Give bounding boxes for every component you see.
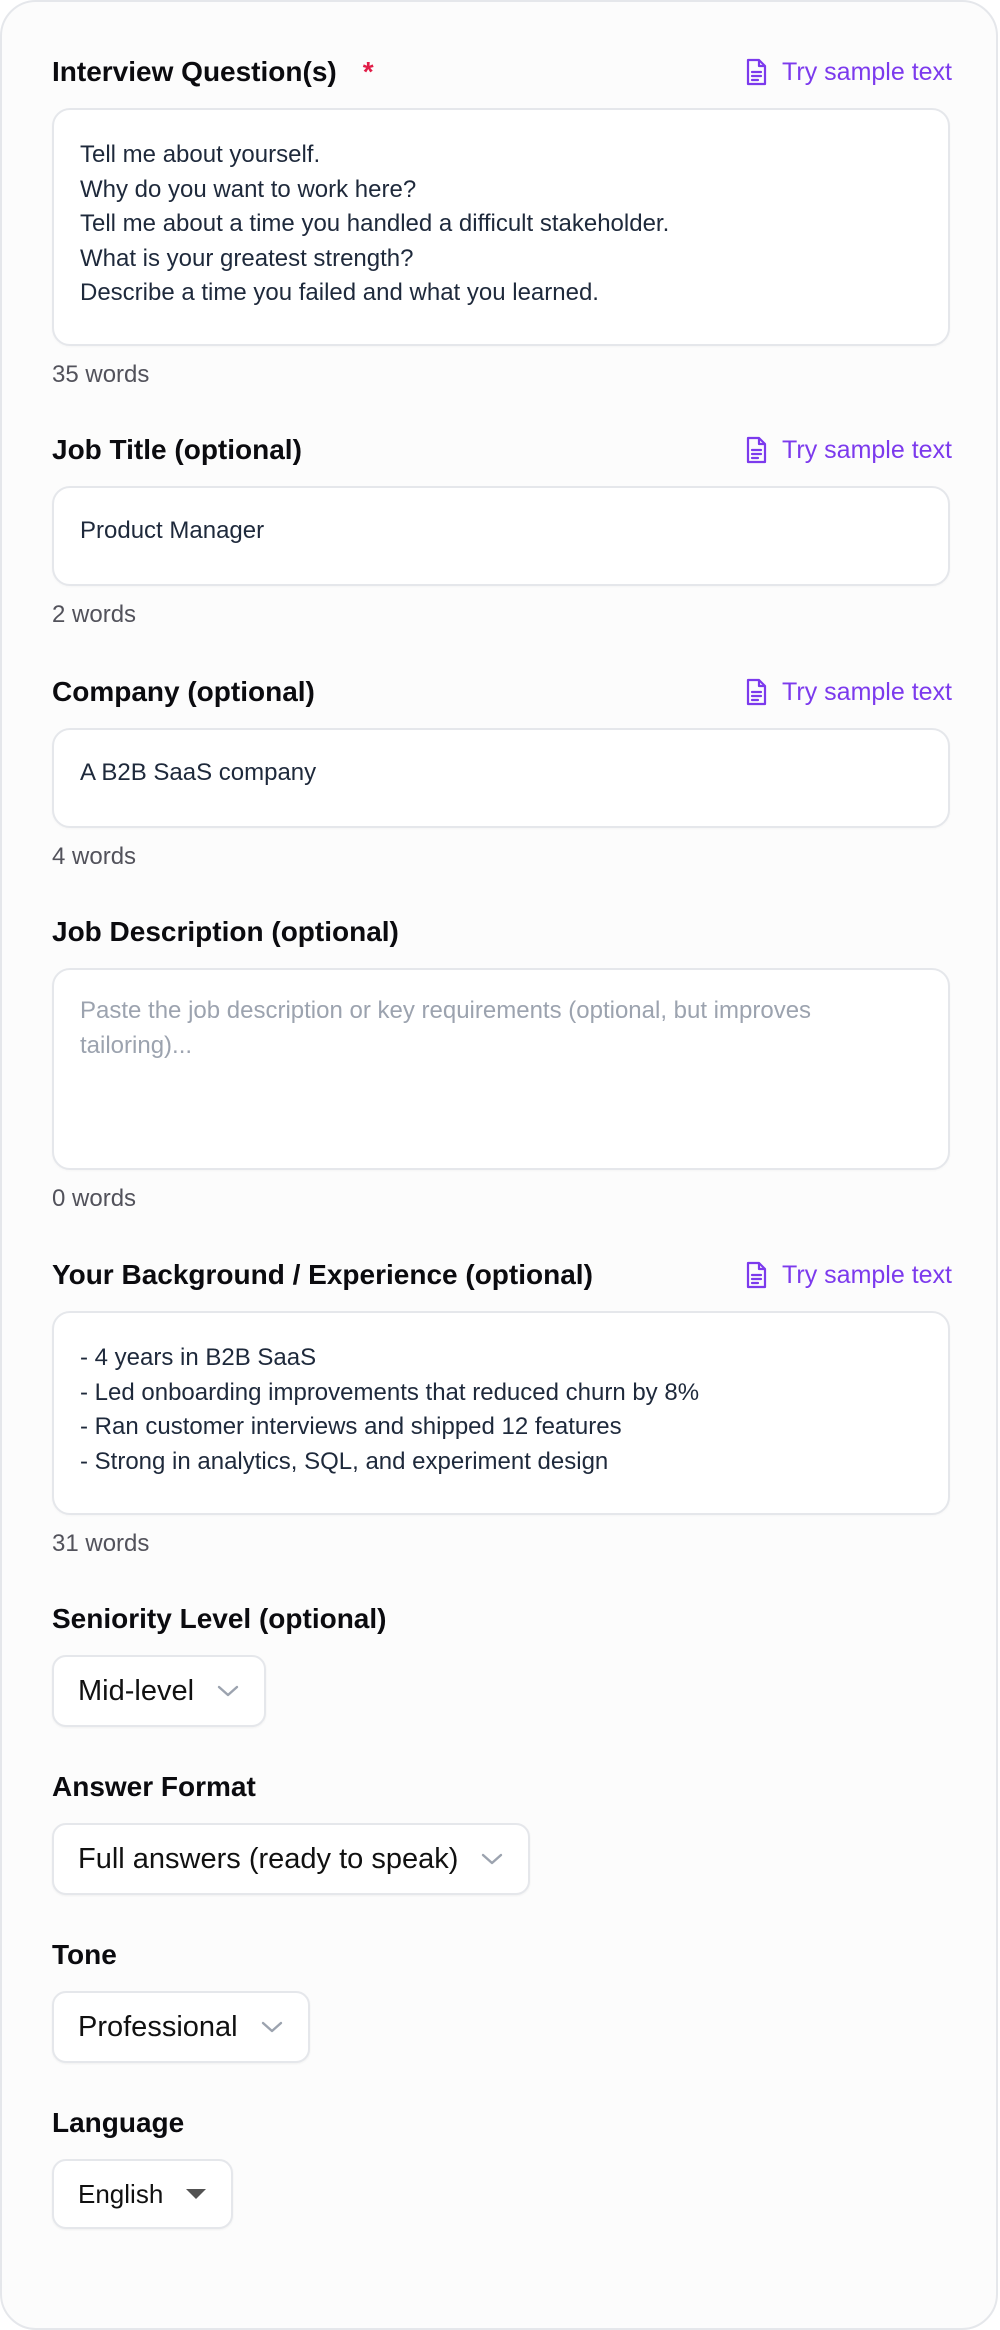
company-label: Company (optional)	[52, 676, 315, 707]
background-word-count: 31 words	[52, 1530, 150, 1557]
tone-label: Tone	[52, 1939, 117, 1970]
caret-down-icon	[186, 2189, 207, 2199]
questions-label: Interview Question(s) *	[52, 56, 374, 87]
chevron-down-icon	[261, 2021, 282, 2033]
chevron-down-icon	[482, 1853, 503, 1865]
seniority-label: Seniority Level (optional)	[52, 1603, 387, 1634]
job-description-label: Job Description (optional)	[52, 916, 399, 947]
job-title-word-count: 2 words	[52, 601, 137, 628]
required-mark: *	[362, 56, 374, 87]
seniority-field: Seniority Level (optional) Mid-level	[52, 1599, 952, 1727]
answer-format-label: Answer Format	[52, 1771, 256, 1802]
chevron-down-icon	[217, 1685, 239, 1697]
company-input[interactable]: A B2B SaaS company	[52, 728, 950, 828]
background-field: Your Background / Experience (optional) …	[52, 1255, 952, 1561]
tone-select[interactable]: Professional	[52, 1991, 310, 2063]
job-title-label: Job Title (optional)	[52, 434, 302, 465]
questions-textarea[interactable]: Tell me about yourself. Why do you want …	[52, 108, 950, 346]
language-field: Language English	[52, 2103, 952, 2229]
document-icon	[746, 678, 767, 706]
tone-field: Tone Professional	[52, 1935, 952, 2063]
form-card: Interview Question(s) * Try sample text T…	[0, 0, 998, 2330]
company-word-count: 4 words	[52, 843, 137, 870]
questions-word-count: 35 words	[52, 361, 150, 388]
answer-format-select[interactable]: Full answers (ready to speak)	[52, 1823, 531, 1895]
language-select[interactable]: English	[52, 2159, 234, 2229]
background-textarea[interactable]: - 4 years in B2B SaaS - Led onboarding i…	[52, 1311, 950, 1515]
document-icon	[746, 58, 767, 86]
document-icon	[746, 436, 767, 464]
job-description-field: Job Description (optional) Paste the job…	[52, 912, 952, 1216]
try-sample-company-button[interactable]: Try sample text	[744, 672, 952, 712]
background-label: Your Background / Experience (optional)	[52, 1259, 593, 1290]
document-icon	[746, 1261, 767, 1289]
job-description-textarea[interactable]: Paste the job description or key require…	[52, 968, 950, 1170]
try-sample-job-title-button[interactable]: Try sample text	[744, 430, 952, 470]
answer-format-field: Answer Format Full answers (ready to spe…	[52, 1767, 952, 1895]
job-title-input[interactable]: Product Manager	[52, 486, 950, 586]
company-field: Company (optional) Try sample text A B2B…	[52, 672, 952, 874]
try-sample-background-button[interactable]: Try sample text	[744, 1255, 952, 1295]
job-description-word-count: 0 words	[52, 1185, 137, 1212]
questions-field: Interview Question(s) * Try sample text T…	[52, 52, 952, 392]
try-sample-questions-button[interactable]: Try sample text	[744, 52, 952, 92]
language-label: Language	[52, 2107, 185, 2138]
job-title-field: Job Title (optional) Try sample text Pro…	[52, 430, 952, 632]
seniority-select[interactable]: Mid-level	[52, 1655, 267, 1727]
